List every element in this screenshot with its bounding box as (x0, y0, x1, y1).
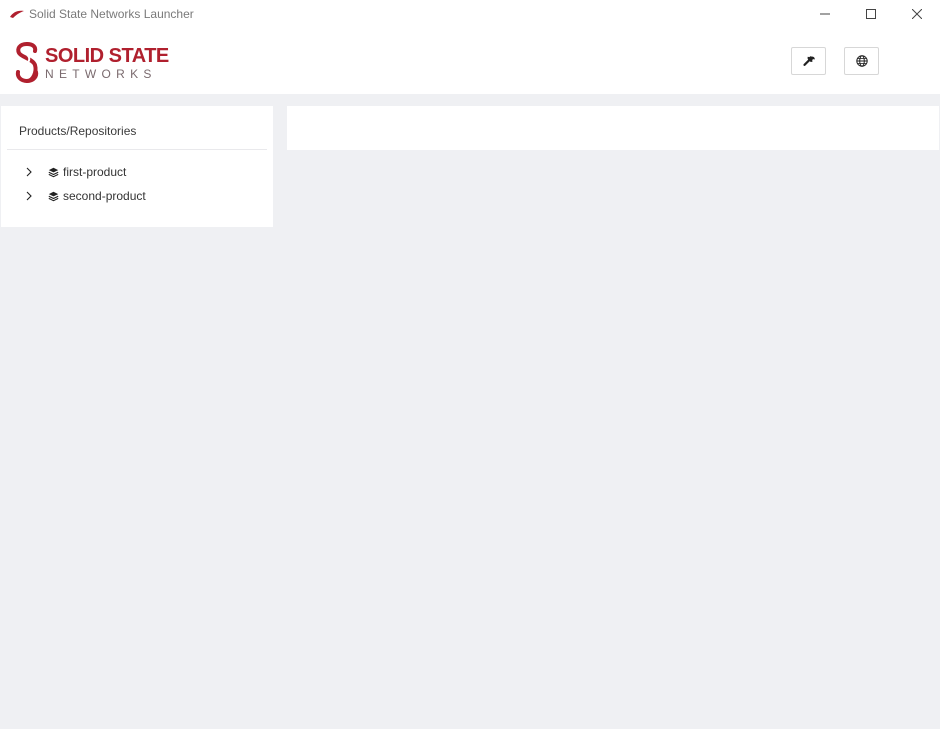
tree-item-second-product[interactable]: second-product (23, 187, 146, 205)
brand-name: SOLID STATE (45, 45, 169, 67)
close-button[interactable] (894, 0, 940, 28)
maximize-button[interactable] (848, 0, 894, 28)
tree-item-label: second-product (63, 189, 146, 203)
app-header: SOLID STATE NETWORKS (0, 28, 940, 94)
products-panel: Products/Repositories first-product seco… (1, 106, 273, 227)
app-icon (9, 8, 25, 20)
globe-icon (855, 55, 868, 67)
divider (7, 149, 267, 150)
title-bar[interactable]: Solid State Networks Launcher (0, 0, 940, 28)
chevron-right-icon[interactable] (23, 190, 35, 202)
wrench-icon (802, 56, 815, 66)
language-button[interactable] (844, 47, 879, 75)
minimize-button[interactable] (802, 0, 848, 28)
layers-icon (47, 190, 59, 202)
layers-icon (47, 166, 59, 178)
logo-mark-icon (15, 42, 39, 84)
window-controls (802, 0, 940, 28)
window-title: Solid State Networks Launcher (29, 7, 194, 21)
brand-subtitle: NETWORKS (45, 67, 157, 81)
brand-logo: SOLID STATE NETWORKS (14, 41, 169, 85)
launcher-window: Solid State Networks Launcher SOLID STAT… (0, 0, 940, 729)
settings-button[interactable] (791, 47, 826, 75)
panel-heading: Products/Repositories (19, 124, 137, 138)
tree-item-label: first-product (63, 165, 127, 179)
chevron-right-icon[interactable] (23, 166, 35, 178)
tree-item-first-product[interactable]: first-product (23, 163, 126, 181)
content-toolbar (287, 106, 939, 150)
